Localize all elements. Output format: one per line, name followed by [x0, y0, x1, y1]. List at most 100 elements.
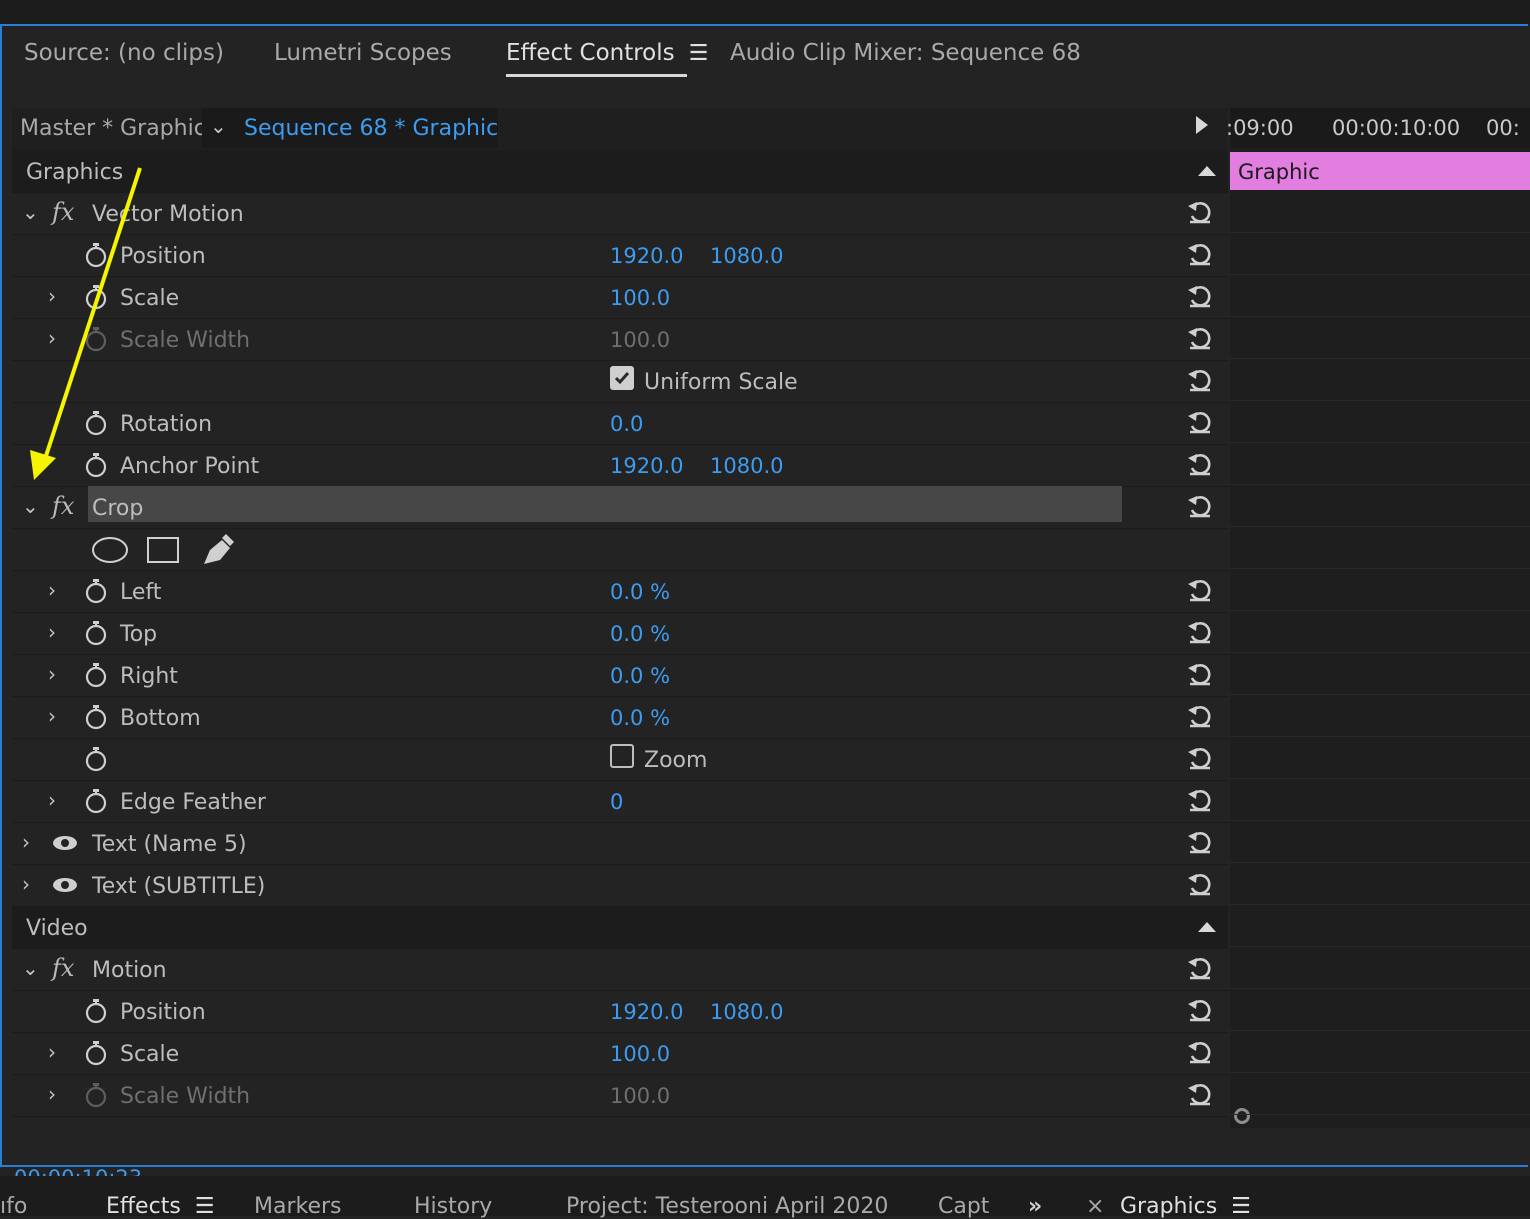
panel-menu-icon[interactable]: ☰	[689, 41, 709, 66]
layer-text-name5[interactable]: › Text (Name 5)	[12, 822, 1228, 865]
chevron-right-icon[interactable]: ›	[48, 1082, 56, 1106]
scale-value[interactable]: 100.0	[610, 286, 670, 310]
motion-position-y-value[interactable]: 1080.0	[710, 1000, 783, 1024]
reset-icon[interactable]	[1186, 366, 1214, 394]
reset-icon[interactable]	[1186, 450, 1214, 478]
reset-icon[interactable]	[1186, 492, 1214, 520]
stopwatch-icon[interactable]	[84, 410, 108, 436]
graphic-clip[interactable]: Graphic	[1230, 152, 1530, 190]
tab-project[interactable]: Project: Testerooni April 2020	[566, 1194, 888, 1219]
reset-icon[interactable]	[1186, 954, 1214, 982]
param-scale-width[interactable]: › Scale Width 100.0	[12, 318, 1228, 361]
param-anchor-point[interactable]: Anchor Point 1920.0 1080.0	[12, 444, 1228, 487]
stopwatch-icon[interactable]	[84, 578, 108, 604]
overflow-chevrons-icon[interactable]: »	[1028, 1194, 1042, 1219]
chevron-right-icon[interactable]: ›	[48, 704, 56, 728]
position-y-value[interactable]: 1080.0	[710, 244, 783, 268]
param-motion-scale[interactable]: › Scale 100.0	[12, 1032, 1228, 1075]
tab-captions[interactable]: Capt	[938, 1194, 989, 1219]
bottom-value[interactable]: 0.0 %	[610, 706, 670, 730]
tab-effects[interactable]: Effects ☰	[106, 1194, 215, 1219]
right-value[interactable]: 0.0 %	[610, 664, 670, 688]
chevron-right-icon[interactable]: ›	[48, 662, 56, 686]
fx-icon[interactable]: fx	[52, 492, 74, 520]
stopwatch-icon[interactable]	[84, 452, 108, 478]
uniform-scale-checkbox[interactable]	[610, 366, 634, 390]
tab-markers[interactable]: Markers	[254, 1194, 342, 1219]
param-zoom[interactable]: Zoom	[12, 738, 1228, 781]
param-bottom[interactable]: › Bottom 0.0 %	[12, 696, 1228, 739]
reset-icon[interactable]	[1186, 408, 1214, 436]
tab-source[interactable]: Source: (no clips)	[24, 40, 224, 66]
motion-position-x-value[interactable]: 1920.0	[610, 1000, 683, 1024]
param-rotation[interactable]: Rotation 0.0	[12, 402, 1228, 445]
param-scale[interactable]: › Scale 100.0	[12, 276, 1228, 319]
rectangle-mask-icon[interactable]	[146, 536, 180, 564]
effect-vector-motion[interactable]: ⌄ fx Vector Motion	[12, 192, 1228, 235]
collapse-up-icon[interactable]	[1198, 166, 1216, 176]
section-graphics[interactable]: Graphics	[12, 150, 1228, 193]
param-left[interactable]: › Left 0.0 %	[12, 570, 1228, 613]
pen-mask-icon[interactable]	[200, 532, 236, 566]
timeline-zoom-handle[interactable]	[1234, 1108, 1250, 1124]
chevron-right-icon[interactable]: ›	[22, 872, 30, 896]
reset-icon[interactable]	[1186, 618, 1214, 646]
reset-icon[interactable]	[1186, 576, 1214, 604]
stopwatch-icon[interactable]	[84, 1040, 108, 1066]
fx-icon[interactable]: fx	[52, 954, 74, 982]
chevron-down-icon[interactable]: ⌄	[22, 494, 39, 518]
panel-menu-icon[interactable]: ☰	[195, 1194, 215, 1219]
effect-motion[interactable]: ⌄ fx Motion	[12, 948, 1228, 991]
chevron-right-icon[interactable]: ›	[48, 620, 56, 644]
section-video[interactable]: Video	[12, 906, 1228, 949]
play-triangle-icon[interactable]	[1196, 116, 1208, 134]
chevron-right-icon[interactable]: ›	[48, 578, 56, 602]
motion-scale-value[interactable]: 100.0	[610, 1042, 670, 1066]
param-uniform-scale[interactable]: Uniform Scale	[12, 360, 1228, 403]
param-top[interactable]: › Top 0.0 %	[12, 612, 1228, 655]
param-edge-feather[interactable]: › Edge Feather 0	[12, 780, 1228, 823]
reset-icon[interactable]	[1186, 282, 1214, 310]
param-motion-position[interactable]: Position 1920.0 1080.0	[12, 990, 1228, 1033]
zoom-checkbox[interactable]	[610, 744, 634, 768]
reset-icon[interactable]	[1186, 828, 1214, 856]
stopwatch-icon[interactable]	[84, 998, 108, 1024]
close-icon[interactable]: ×	[1086, 1194, 1104, 1219]
reset-icon[interactable]	[1186, 786, 1214, 814]
anchor-x-value[interactable]: 1920.0	[610, 454, 683, 478]
sequence-clip-label[interactable]: Sequence 68 * Graphic	[244, 116, 498, 141]
param-motion-scale-width[interactable]: › Scale Width 100.0	[12, 1074, 1228, 1117]
ellipse-mask-icon[interactable]	[90, 536, 130, 564]
stopwatch-icon[interactable]	[84, 788, 108, 814]
chevron-right-icon[interactable]: ›	[48, 788, 56, 812]
reset-icon[interactable]	[1186, 744, 1214, 772]
reset-icon[interactable]	[1186, 198, 1214, 226]
top-value[interactable]: 0.0 %	[610, 622, 670, 646]
stopwatch-icon[interactable]	[84, 662, 108, 688]
chevron-right-icon[interactable]: ›	[48, 284, 56, 308]
edge-feather-value[interactable]: 0	[610, 790, 623, 814]
stopwatch-icon[interactable]	[84, 620, 108, 646]
reset-icon[interactable]	[1186, 702, 1214, 730]
panel-menu-icon[interactable]: ☰	[1231, 1194, 1251, 1219]
tab-info[interactable]: ıfo	[0, 1194, 27, 1219]
rotation-value[interactable]: 0.0	[610, 412, 643, 436]
chevron-right-icon[interactable]: ›	[48, 1040, 56, 1064]
tab-audio-clip-mixer[interactable]: Audio Clip Mixer: Sequence 68	[730, 40, 1081, 66]
stopwatch-icon[interactable]	[84, 284, 108, 310]
chevron-right-icon[interactable]: ›	[48, 326, 56, 350]
collapse-up-icon[interactable]	[1198, 922, 1216, 932]
tab-graphics[interactable]: Graphics ☰	[1120, 1194, 1251, 1219]
layer-text-subtitle[interactable]: › Text (SUBTITLE)	[12, 864, 1228, 907]
reset-icon[interactable]	[1186, 240, 1214, 268]
reset-icon[interactable]	[1186, 996, 1214, 1024]
eye-icon[interactable]	[52, 834, 78, 852]
fx-icon[interactable]: fx	[52, 198, 74, 226]
stopwatch-icon[interactable]	[84, 704, 108, 730]
reset-icon[interactable]	[1186, 1080, 1214, 1108]
chevron-down-icon[interactable]: ⌄	[22, 956, 39, 980]
master-clip-label[interactable]: Master * Graphic	[20, 116, 206, 141]
reset-icon[interactable]	[1186, 324, 1214, 352]
left-value[interactable]: 0.0 %	[610, 580, 670, 604]
reset-icon[interactable]	[1186, 870, 1214, 898]
